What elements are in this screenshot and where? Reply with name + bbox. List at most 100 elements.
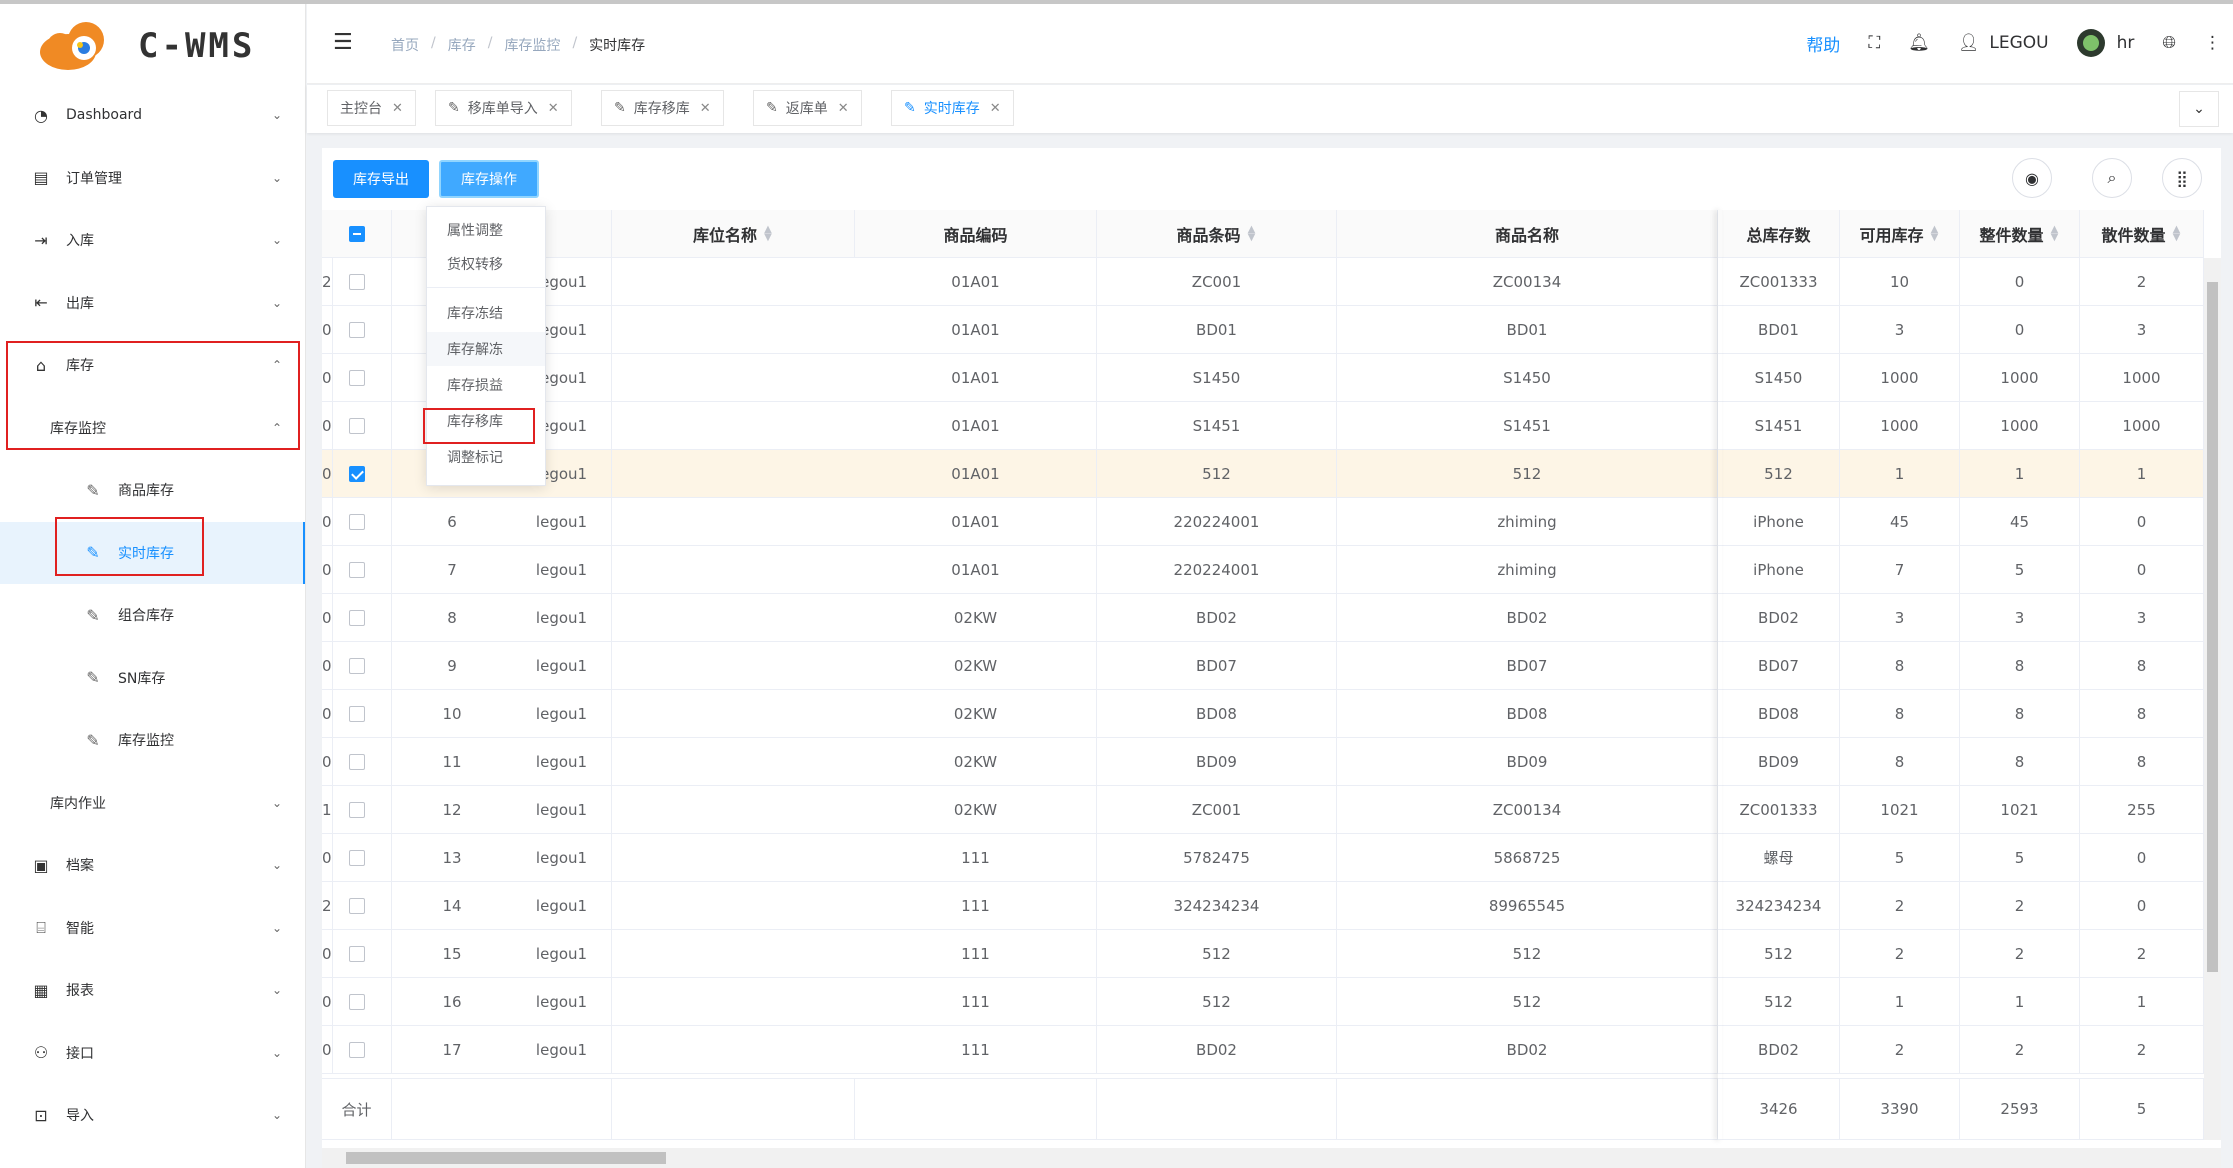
row-checkbox[interactable] (348, 897, 365, 914)
table-row[interactable]: legou1 01A01 512 512 512 1 1 1 0 (322, 450, 2204, 498)
user-menu[interactable]: 👤︎ LEGOU (1958, 33, 2049, 53)
table-row[interactable]: 13 legou1 111 5782475 5868725 螺母 5 5 0 0 (322, 834, 2204, 882)
sort-icon[interactable]: ▲ ▼ (2050, 224, 2060, 242)
export-inventory-button[interactable]: 库存导出 (333, 160, 429, 198)
tab-realtime-inventory[interactable]: ✎ 实时库存 ✕ (891, 90, 1014, 126)
close-icon[interactable]: ✕ (548, 101, 559, 116)
sidebar-item-settings[interactable]: ⚙ 设置 (0, 1147, 305, 1168)
inventory-operation-button[interactable]: 库存操作 (439, 160, 539, 198)
table-row[interactable]: 10 legou1 02KW BD08 BD08 BD08 8 8 8 0 (322, 690, 2204, 738)
horizontal-scrollbar[interactable] (322, 1148, 2221, 1168)
row-checkbox[interactable] (348, 801, 365, 818)
table-cell: 01A01 (855, 258, 1097, 305)
breadcrumb-item[interactable]: 库存监控 (504, 35, 560, 55)
row-checkbox[interactable] (348, 609, 365, 626)
sidebar-item-smart[interactable]: ⌸ 智能 ⌄ (0, 897, 305, 960)
close-icon[interactable]: ✕ (838, 101, 849, 116)
globe-icon[interactable]: 🌐︎ (2162, 33, 2176, 53)
row-checkbox[interactable] (348, 657, 365, 674)
table-cell: legou1 (512, 690, 612, 737)
table-row[interactable]: 15 legou1 111 512 512 512 2 2 2 0 (322, 930, 2204, 978)
row-checkbox[interactable] (348, 465, 365, 482)
breadcrumb-item[interactable]: 库存 (448, 35, 476, 55)
table-cell: BD01 (1337, 306, 1718, 353)
sidebar-item-archive[interactable]: ▣ 档案 ⌄ (0, 834, 305, 897)
eye-icon[interactable]: ◉ (2012, 158, 2052, 198)
table-row[interactable]: legou1 01A01 ZC001 ZC00134 ZC001333 10 0 2 2 (322, 258, 2204, 306)
table-row[interactable]: 9 legou1 02KW BD07 BD07 BD07 8 8 8 0 (322, 642, 2204, 690)
sidebar-item-import[interactable]: ⊡ 导入 ⌄ (0, 1084, 305, 1147)
tab-inventory-move[interactable]: ✎ 库存移库 ✕ (601, 90, 724, 126)
row-checkbox[interactable] (348, 273, 365, 290)
tabs-dropdown-button[interactable]: ⌄ (2179, 91, 2219, 127)
sidebar-item-warehouse-ops[interactable]: 库内作业 ⌄ (0, 772, 305, 835)
row-checkbox[interactable] (348, 993, 365, 1010)
row-checkbox[interactable] (348, 321, 365, 338)
role-menu[interactable]: hr (2076, 29, 2134, 57)
table-row[interactable]: 6 legou1 01A01 220224001 zhiming iPhone 45 45 0 0 (322, 498, 2204, 546)
sidebar-item-monitor[interactable]: ✎ 库存监控 (0, 709, 305, 772)
row-checkbox[interactable] (348, 849, 365, 866)
row-checkbox[interactable] (348, 417, 365, 434)
sidebar-item-sn-inventory[interactable]: ✎ SN库存 (0, 647, 305, 710)
row-checkbox[interactable] (348, 513, 365, 530)
menu-item-freeze[interactable]: 库存冻结 (427, 296, 545, 330)
tab-return[interactable]: ✎ 返库单 ✕ (753, 90, 862, 126)
table-row[interactable]: 17 legou1 111 BD02 BD02 BD02 2 2 2 0 (322, 1026, 2204, 1074)
sidebar-item-orders[interactable]: ▤ 订单管理 ⌄ (0, 147, 305, 210)
row-checkbox[interactable] (348, 561, 365, 578)
menu-item-attribute-adjust[interactable]: 属性调整 (427, 213, 545, 247)
menu-item-ownership-transfer[interactable]: 货权转移 (427, 247, 545, 281)
close-icon[interactable]: ✕ (392, 101, 403, 116)
menu-item-profit-loss[interactable]: 库存损益 (427, 368, 545, 402)
help-link[interactable]: 帮助 (1806, 31, 1840, 56)
breadcrumb-item[interactable]: 首页 (391, 35, 419, 55)
table-row[interactable]: 16 legou1 111 512 512 512 1 1 1 0 (322, 978, 2204, 1026)
vertical-scrollbar-thumb[interactable] (2207, 282, 2218, 972)
select-all-checkbox[interactable] (348, 225, 365, 242)
sidebar-item-interface[interactable]: ⚇ 接口 ⌄ (0, 1022, 305, 1085)
tab-move-import[interactable]: ✎ 移库单导入 ✕ (435, 90, 572, 126)
edit-icon: ✎ (904, 100, 916, 116)
sidebar-item-reports[interactable]: ▦ 报表 ⌄ (0, 959, 305, 1022)
sort-icon[interactable]: ▲ ▼ (2172, 224, 2182, 242)
menu-item-unfreeze[interactable]: 库存解冻 (427, 332, 545, 366)
row-checkbox[interactable] (348, 753, 365, 770)
sort-icon[interactable]: ▲ ▼ (1930, 224, 1940, 242)
sidebar-item-dashboard[interactable]: ◔ Dashboard ⌄ (0, 84, 305, 147)
table-cell: 512 (1097, 930, 1337, 977)
row-checkbox[interactable] (348, 369, 365, 386)
menu-item-adjust-mark[interactable]: 调整标记 (427, 440, 545, 474)
table-row[interactable]: legou1 01A01 BD01 BD01 BD01 3 0 3 0 (322, 306, 2204, 354)
row-checkbox[interactable] (348, 705, 365, 722)
search-icon[interactable]: ⌕ (2092, 158, 2132, 198)
sidebar-item-combo-inventory[interactable]: ✎ 组合库存 (0, 584, 305, 647)
table-cell: 15 (442, 944, 462, 963)
table-row[interactable]: 14 legou1 111 324234234 89965545 324234234 2 2 0… (322, 882, 2204, 930)
table-cell: 324234234 (1718, 882, 1840, 929)
table-row[interactable]: 7 legou1 01A01 220224001 zhiming iPhone 7 5 0 0 (322, 546, 2204, 594)
more-vertical-icon[interactable]: ⋮ (2204, 33, 2221, 53)
table-row[interactable]: 11 legou1 02KW BD09 BD09 BD09 8 8 8 0 (322, 738, 2204, 786)
table-row[interactable]: 8 legou1 02KW BD02 BD02 BD02 3 3 3 0 (322, 594, 2204, 642)
table-cell: 0 (322, 594, 333, 641)
table-row[interactable]: legou1 01A01 S1450 S1450 S1450 1000 1000 1000 0 (322, 354, 2204, 402)
close-icon[interactable]: ✕ (990, 101, 1001, 116)
table-row[interactable]: legou1 01A01 S1451 S1451 S1451 1000 1000 1000 0 (322, 402, 2204, 450)
tab-dashboard[interactable]: 主控台 ✕ (327, 90, 416, 126)
menu-fold-icon[interactable]: ☰ (333, 30, 353, 55)
row-checkbox[interactable] (348, 945, 365, 962)
table-row[interactable]: 12 legou1 02KW ZC001 ZC00134 ZC001333 1021 1021… (322, 786, 2204, 834)
sidebar-item-outbound[interactable]: ⇤ 出库 ⌄ (0, 272, 305, 335)
sort-icon[interactable]: ▲ ▼ (763, 224, 773, 242)
grid-icon[interactable]: ⣿ (2162, 158, 2202, 198)
sort-icon[interactable]: ▲ ▼ (1247, 224, 1257, 242)
bell-icon[interactable]: 🔔︎ (1908, 33, 1930, 53)
horizontal-scrollbar-thumb[interactable] (346, 1152, 666, 1164)
row-checkbox[interactable] (348, 1041, 365, 1058)
sidebar-item-product-inventory[interactable]: ✎ 商品库存 (0, 459, 305, 522)
close-icon[interactable]: ✕ (700, 101, 711, 116)
fullscreen-icon[interactable]: ⛶ (1868, 33, 1880, 53)
vertical-scrollbar[interactable] (2204, 258, 2221, 1140)
sidebar-item-inbound[interactable]: ⇥ 入库 ⌄ (0, 209, 305, 272)
